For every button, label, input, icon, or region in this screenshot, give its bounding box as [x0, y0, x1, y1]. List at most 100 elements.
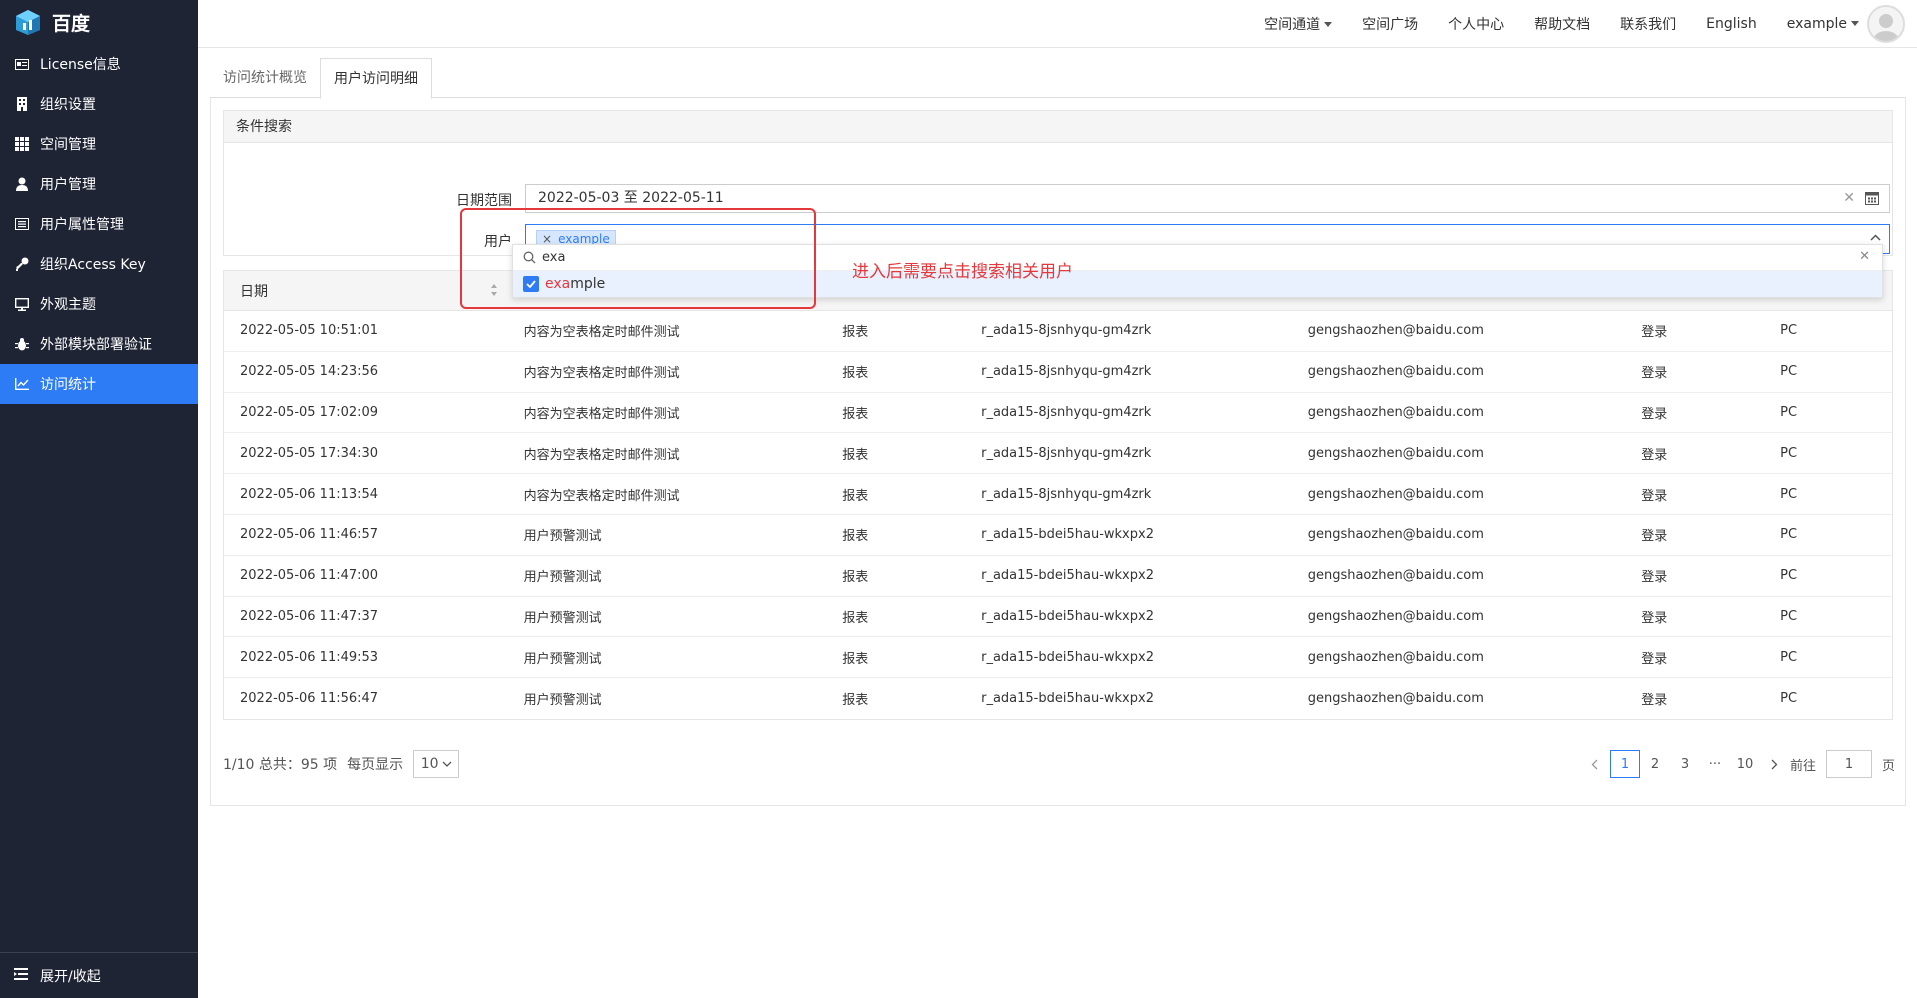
table-cell: r_ada15-8jsnhyqu-gm4zrk	[981, 323, 1152, 339]
sidebar-item-4[interactable]: 用户属性管理	[0, 204, 198, 244]
page-button[interactable]: 10	[1730, 750, 1760, 778]
table-row: 2022-05-05 17:02:09 内容为空表格定时邮件测试 报表 r_ada15…	[224, 393, 1892, 434]
table-row: 2022-05-06 11:13:54 内容为空表格定时邮件测试 报表 r_ada15…	[224, 474, 1892, 515]
building-icon	[14, 96, 30, 112]
table-cell: 报表	[842, 693, 869, 709]
table-row: 2022-05-06 11:47:37 用户预警测试 报表 r_ada15-bdei5…	[224, 597, 1892, 638]
top-link-space-channel[interactable]: 空间通道	[1264, 14, 1333, 34]
collapse-toggle[interactable]: 展开/收起	[0, 952, 198, 998]
table-cell: r_ada15-8jsnhyqu-gm4zrk	[981, 364, 1152, 380]
sidebar-item-6[interactable]: 外观主题	[0, 284, 198, 324]
user-menu[interactable]: example	[1787, 16, 1859, 32]
dropdown-search-input[interactable]: exa ✕	[513, 245, 1882, 271]
tab-user-detail[interactable]: 用户访问明细	[320, 58, 432, 99]
page-list: 1 2 3 ··· 10	[1609, 750, 1760, 778]
table-cell: PC	[1780, 445, 1798, 461]
table-cell: 2022-05-06 11:56:47	[240, 691, 379, 707]
page-button[interactable]: 1	[1609, 750, 1640, 778]
table-cell: r_ada15-8jsnhyqu-gm4zrk	[981, 445, 1152, 461]
access-detail-table: 日期 2022-05-05 10:51:01 内容为空表格定时邮件测试 报表 r_ad…	[223, 270, 1893, 720]
sidebar-item-0[interactable]: License信息	[0, 44, 198, 84]
chevron-up-icon[interactable]	[1870, 234, 1881, 241]
caret-down-icon	[1851, 21, 1859, 26]
tab-overview[interactable]: 访问统计概览	[210, 58, 320, 97]
table-cell: 用户预警测试	[523, 693, 602, 709]
sidebar-item-label: 组织Access Key	[40, 257, 146, 273]
goto-page-input[interactable]: 1	[1825, 750, 1872, 778]
table-body: 2022-05-05 10:51:01 内容为空表格定时邮件测试 报表 r_ada15…	[224, 311, 1892, 719]
user-label: 用户	[484, 234, 512, 250]
avatar[interactable]	[1867, 4, 1905, 43]
search-conditions: 条件搜索 日期范围 2022-05-03 至 2022-05-11 ✕ 用户 ×…	[223, 110, 1893, 256]
brand-logo[interactable]: 百度	[0, 0, 198, 44]
sidebar-item-2[interactable]: 空间管理	[0, 124, 198, 164]
top-link-label: 空间通道	[1264, 16, 1321, 33]
date-range-input[interactable]: 2022-05-03 至 2022-05-11 ✕	[525, 184, 1890, 213]
clear-search-icon[interactable]: ✕	[1859, 249, 1870, 264]
sort-icon[interactable]	[490, 283, 498, 297]
option-rest-text: mple	[570, 276, 606, 292]
top-link-space-square[interactable]: 空间广场	[1362, 14, 1418, 34]
table-row: 2022-05-06 11:46:57 用户预警测试 报表 r_ada15-bdei5…	[224, 515, 1892, 556]
page-button[interactable]: 3	[1670, 750, 1700, 778]
table-cell: r_ada15-bdei5hau-wkxpx2	[981, 608, 1154, 624]
table-cell: 内容为空表格定时邮件测试	[523, 488, 680, 504]
sidebar-item-label: 空间管理	[40, 137, 96, 153]
date-range-label: 日期范围	[456, 193, 512, 209]
checkbox-checked-icon[interactable]	[523, 276, 539, 292]
cube-logo-icon	[16, 10, 40, 35]
table-cell: 登录	[1641, 570, 1668, 586]
menu-collapse-icon	[14, 967, 28, 984]
page-button[interactable]: 2	[1640, 750, 1670, 778]
table-cell: gengshaozhen@baidu.com	[1307, 527, 1484, 543]
top-link-language[interactable]: English	[1706, 16, 1757, 32]
column-header-date[interactable]: 日期	[224, 281, 508, 301]
dropdown-search-value: exa	[542, 250, 566, 265]
sidebar-item-7[interactable]: 外部模块部署验证	[0, 324, 198, 364]
top-navigation: 空间通道 空间广场 个人中心 帮助文档 联系我们 English example	[198, 0, 1917, 48]
page-button[interactable]: ···	[1700, 750, 1730, 778]
table-cell: PC	[1780, 608, 1798, 624]
table-cell: 用户预警测试	[523, 570, 602, 586]
table-cell: gengshaozhen@baidu.com	[1307, 404, 1484, 420]
table-cell: 用户预警测试	[523, 610, 602, 626]
clear-icon[interactable]: ✕	[1843, 185, 1855, 212]
user-name: example	[1786, 15, 1847, 32]
calendar-icon[interactable]	[1865, 191, 1879, 205]
table-row: 2022-05-06 11:56:47 用户预警测试 报表 r_ada15-bdei5…	[224, 678, 1892, 719]
table-cell: 登录	[1641, 325, 1668, 341]
sidebar-item-3[interactable]: 用户管理	[0, 164, 198, 204]
table-cell: 报表	[842, 325, 869, 341]
table-cell: 登录	[1641, 693, 1668, 709]
table-cell: PC	[1780, 323, 1798, 339]
goto-label: 前往	[1789, 758, 1816, 774]
page-size-value: 10	[420, 756, 439, 772]
next-page-button[interactable]	[1760, 750, 1790, 778]
sidebar-item-5[interactable]: 组织Access Key	[0, 244, 198, 284]
table-cell: 内容为空表格定时邮件测试	[523, 325, 680, 341]
table-cell: r_ada15-8jsnhyqu-gm4zrk	[981, 404, 1152, 420]
table-cell: r_ada15-bdei5hau-wkxpx2	[981, 527, 1154, 543]
table-cell: 登录	[1641, 651, 1668, 667]
key-icon	[14, 256, 30, 272]
brand-name: 百度	[52, 12, 91, 35]
prev-page-button[interactable]	[1580, 750, 1610, 778]
table-cell: 用户预警测试	[523, 651, 602, 667]
table-cell: 登录	[1641, 406, 1668, 422]
page-suffix: 页	[1881, 758, 1895, 774]
table-cell: PC	[1780, 691, 1798, 707]
pagination-summary: 1/10 总共：95 项 每页显示 10	[223, 750, 460, 778]
chevron-down-icon	[442, 761, 452, 767]
sidebar-item-1[interactable]: 组织设置	[0, 84, 198, 124]
table-cell: 2022-05-05 17:02:09	[240, 404, 379, 420]
table-cell: 2022-05-05 10:51:01	[240, 323, 379, 339]
top-link-contact-us[interactable]: 联系我们	[1620, 14, 1676, 34]
table-cell: 内容为空表格定时邮件测试	[523, 366, 680, 382]
table-cell: 2022-05-06 11:46:57	[240, 527, 379, 543]
top-link-help-docs[interactable]: 帮助文档	[1534, 14, 1590, 34]
table-row: 2022-05-05 17:34:30 内容为空表格定时邮件测试 报表 r_ada15…	[224, 433, 1892, 475]
sidebar-item-8[interactable]: 访问统计	[0, 364, 198, 404]
top-link-personal-center[interactable]: 个人中心	[1448, 14, 1504, 34]
page-size-select[interactable]: 10	[413, 750, 460, 778]
dropdown-option-example[interactable]: exa mple	[513, 271, 1882, 297]
